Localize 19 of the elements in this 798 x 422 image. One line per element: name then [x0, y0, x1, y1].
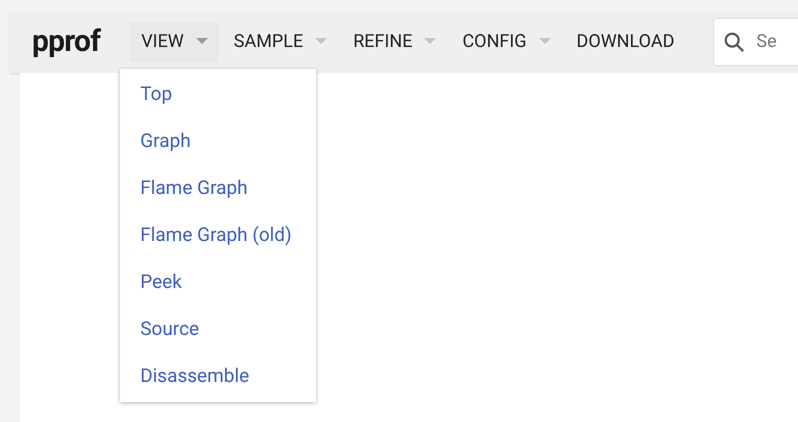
menu-button[interactable]: SAMPLE — [222, 22, 338, 62]
app-title: pprof — [32, 23, 100, 61]
caret-icon — [538, 38, 551, 45]
caret-icon — [196, 38, 208, 45]
menu-item[interactable]: Source — [120, 306, 316, 352]
menu-button[interactable]: CONFIG — [451, 22, 562, 62]
caret-icon — [315, 38, 328, 45]
menu-item[interactable]: Flame Graph (old) — [120, 212, 316, 258]
caret-icon — [424, 38, 436, 45]
menu-item[interactable]: Disassemble — [120, 352, 316, 400]
menu-button[interactable]: DOWNLOAD — [566, 22, 686, 62]
search-field[interactable]: Se — [713, 18, 798, 66]
menu-button[interactable]: VIEW — [130, 22, 219, 62]
menu-button[interactable]: REFINE — [342, 22, 448, 62]
menu-item[interactable]: Top — [120, 70, 316, 118]
menu-item[interactable]: Graph — [120, 118, 316, 164]
menu-item[interactable]: Flame Graph — [120, 164, 316, 212]
menu-item[interactable]: Peek — [120, 258, 316, 306]
search-icon — [723, 30, 746, 52]
